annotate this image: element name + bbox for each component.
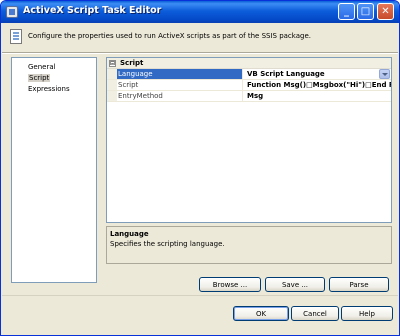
- row-gutter: [107, 69, 117, 79]
- property-name: Script: [117, 80, 243, 90]
- app-icon: [6, 6, 18, 18]
- header-divider: [2, 52, 398, 54]
- bottom-divider: [2, 295, 398, 296]
- property-row-script[interactable]: Script Function Msg()□Msgbox("Hi")□End F…: [107, 80, 391, 91]
- save-button[interactable]: Save ...: [265, 277, 325, 292]
- property-row-language[interactable]: Language VB Script Language: [107, 69, 391, 80]
- property-value[interactable]: Msg: [244, 91, 391, 101]
- nav-item-label: Script: [28, 74, 51, 82]
- close-button[interactable]: ✕: [377, 3, 394, 20]
- header-description: Configure the properties used to run Act…: [28, 32, 311, 40]
- editor-window: ActiveX Script Task Editor _ □ ✕ Configu…: [0, 0, 400, 336]
- property-grid: ⊟ Script Language VB Script Language Scr…: [106, 57, 392, 223]
- script-page-icon: [10, 29, 22, 44]
- property-name: EntryMethod: [117, 91, 243, 101]
- nav-item-general[interactable]: General: [12, 61, 96, 72]
- title-bar[interactable]: ActiveX Script Task Editor _ □ ✕: [1, 1, 399, 23]
- nav-item-label: Expressions: [28, 85, 70, 93]
- browse-button[interactable]: Browse ...: [199, 277, 261, 292]
- row-gutter: [107, 80, 117, 90]
- category-label: Script: [120, 59, 144, 67]
- property-row-entrymethod[interactable]: EntryMethod Msg: [107, 91, 391, 102]
- property-name: Language: [117, 69, 243, 79]
- help-button[interactable]: Help: [341, 306, 393, 321]
- minimize-button[interactable]: _: [338, 3, 355, 20]
- page-navigation: General Script Expressions: [11, 57, 97, 283]
- category-row-script[interactable]: ⊟ Script: [107, 58, 391, 69]
- nav-item-expressions[interactable]: Expressions: [12, 83, 96, 94]
- window-title: ActiveX Script Task Editor: [23, 5, 162, 16]
- property-value[interactable]: VB Script Language: [244, 69, 391, 79]
- description-text: Specifies the scripting language.: [110, 240, 225, 248]
- nav-item-label: General: [28, 63, 56, 71]
- dropdown-arrow-icon[interactable]: [379, 69, 390, 79]
- ok-button[interactable]: OK: [233, 306, 289, 321]
- description-title: Language: [110, 230, 149, 238]
- header-area: Configure the properties used to run Act…: [2, 23, 398, 53]
- maximize-button[interactable]: □: [357, 3, 374, 20]
- property-value[interactable]: Function Msg()□Msgbox("Hi")□End Funct: [244, 80, 391, 90]
- cancel-button[interactable]: Cancel: [291, 306, 339, 321]
- row-gutter: [107, 91, 117, 101]
- collapse-icon[interactable]: ⊟: [109, 60, 116, 67]
- description-panel: Language Specifies the scripting languag…: [106, 226, 392, 264]
- nav-item-script[interactable]: Script: [12, 72, 96, 83]
- parse-button[interactable]: Parse: [329, 277, 389, 292]
